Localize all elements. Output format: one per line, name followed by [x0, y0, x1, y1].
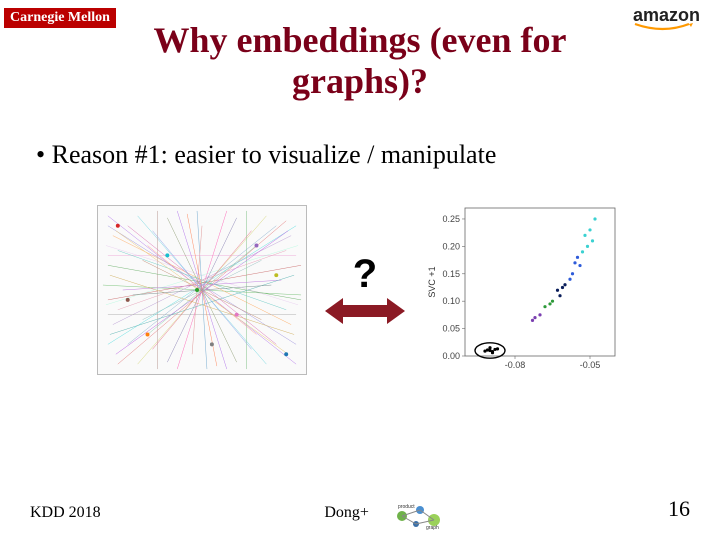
svg-text:-0.08: -0.08: [505, 360, 526, 370]
arrow-column: ?: [325, 254, 405, 326]
svg-text:-0.05: -0.05: [580, 360, 601, 370]
svg-text:0.05: 0.05: [442, 324, 460, 334]
double-arrow-icon: [325, 296, 405, 326]
scatter-embedding-figure: 0.00 0.05 0.10 0.15 0.20 0.25 -0.08 -0.05 SVC +1: [423, 200, 623, 380]
question-mark-icon: ?: [353, 254, 377, 294]
slide-title: Why embeddings (even for graphs)?: [0, 20, 720, 103]
svg-text:SVC +1: SVC +1: [427, 266, 437, 297]
svg-text:0.10: 0.10: [442, 296, 460, 306]
svg-text:graph: graph: [426, 525, 439, 530]
product-graph-logo: product graph: [390, 502, 450, 530]
graph-hairball-figure: [97, 205, 307, 375]
footer-author: Dong+: [324, 504, 369, 522]
svg-text:0.20: 0.20: [442, 241, 460, 251]
svg-text:0.15: 0.15: [442, 269, 460, 279]
svg-text:0.25: 0.25: [442, 214, 460, 224]
svg-text:0.00: 0.00: [442, 351, 460, 361]
svg-text:product: product: [398, 504, 415, 510]
footer-venue: KDD 2018: [30, 504, 101, 522]
page-number: 16: [668, 496, 690, 522]
bullet-reason-1: Reason #1: easier to visualize / manipul…: [36, 140, 496, 170]
figure-row: ? 0.00 0.05 0.10 0.15 0.20 0.25 -0.08 -0.05 SVC …: [60, 190, 660, 390]
